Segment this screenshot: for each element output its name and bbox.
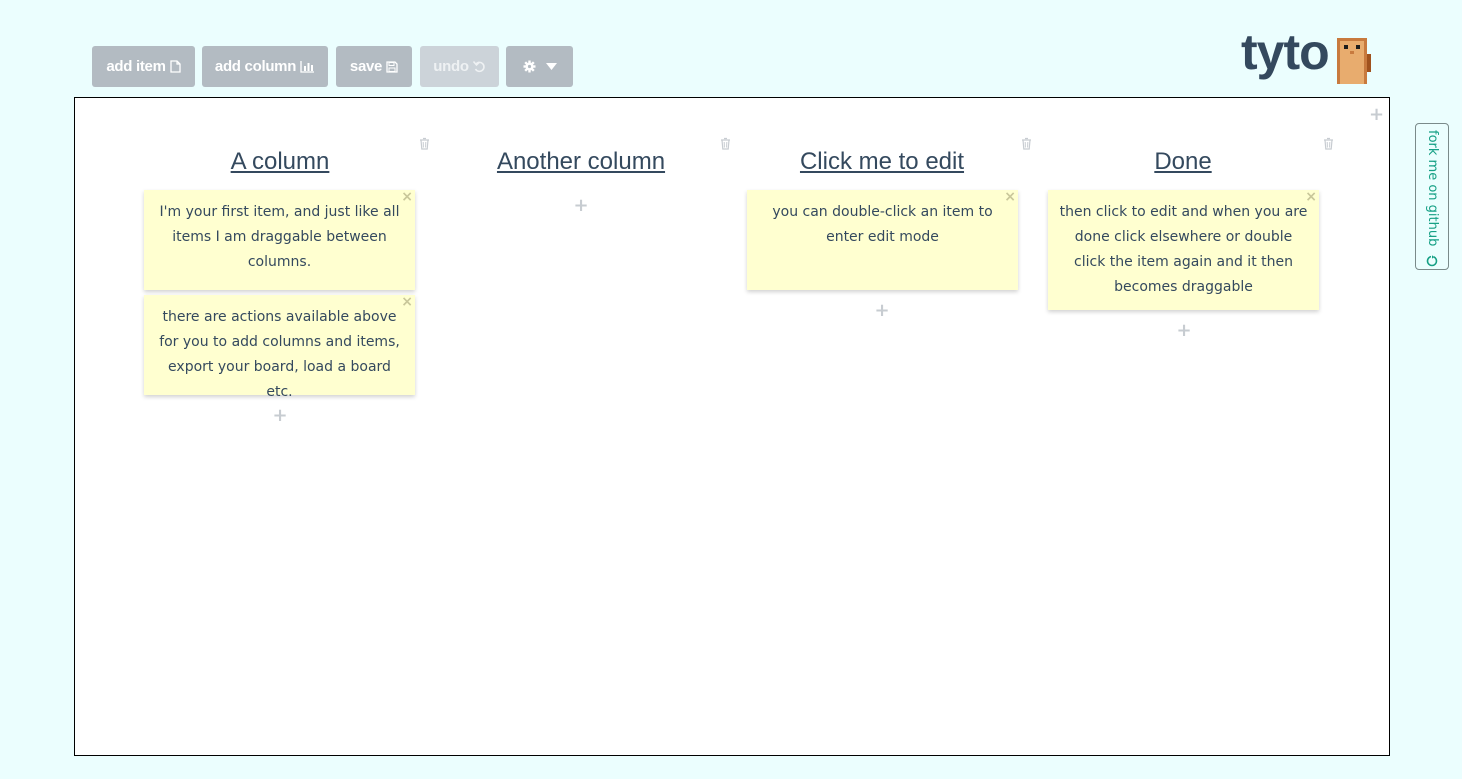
- add-column-label: add column: [214, 58, 297, 75]
- column-title[interactable]: Another column: [445, 146, 717, 178]
- add-column-button[interactable]: add column: [202, 46, 328, 87]
- add-item-plus-icon[interactable]: +: [1174, 322, 1194, 340]
- item-text: you can double-click an item to enter ed…: [772, 204, 993, 245]
- add-item-plus-icon[interactable]: +: [872, 302, 892, 320]
- list-item[interactable]: × I'm your first item, and just like all…: [144, 190, 415, 290]
- add-item-label: add item: [106, 58, 166, 75]
- item-text: then click to edit and when you are done…: [1059, 204, 1308, 295]
- trash-icon[interactable]: [419, 135, 430, 154]
- bar-chart-icon: [300, 60, 315, 73]
- gear-icon: [523, 60, 536, 73]
- save-label: save: [349, 58, 383, 75]
- trash-icon[interactable]: [1021, 135, 1032, 154]
- owl-icon: [1335, 38, 1371, 88]
- close-icon[interactable]: ×: [401, 190, 413, 204]
- close-icon[interactable]: ×: [401, 295, 413, 309]
- item-text: there are actions available above for yo…: [159, 309, 400, 400]
- logo-text: tyto: [1241, 24, 1330, 80]
- close-icon[interactable]: ×: [1305, 190, 1317, 204]
- add-column-plus-icon[interactable]: +: [1369, 106, 1384, 124]
- add-item-plus-icon[interactable]: +: [571, 197, 591, 215]
- item-text: I'm your first item, and just like all i…: [159, 204, 400, 270]
- undo-icon: [472, 60, 486, 73]
- board: + A column × I'm your first item, and ju…: [74, 97, 1390, 756]
- logo: tyto: [1241, 22, 1371, 88]
- undo-label: undo: [433, 58, 469, 75]
- github-icon: [1424, 254, 1440, 267]
- trash-icon[interactable]: [1323, 135, 1334, 154]
- list-item[interactable]: × then click to edit and when you are do…: [1048, 190, 1319, 310]
- column-title[interactable]: Done: [1047, 146, 1319, 178]
- save-button[interactable]: save: [336, 46, 412, 87]
- list-item[interactable]: × there are actions available above for …: [144, 295, 415, 400]
- add-item-plus-icon[interactable]: +: [270, 407, 290, 425]
- add-item-button[interactable]: add item: [92, 46, 195, 87]
- close-icon[interactable]: ×: [1004, 190, 1016, 204]
- column-title[interactable]: A column: [144, 146, 416, 178]
- settings-dropdown-button[interactable]: [506, 46, 573, 87]
- undo-button[interactable]: undo: [420, 46, 499, 87]
- column-title[interactable]: Click me to edit: [746, 146, 1018, 178]
- floppy-icon: [386, 60, 398, 73]
- caret-down-icon: [545, 63, 557, 70]
- list-item[interactable]: × you can double-click an item to enter …: [747, 190, 1018, 290]
- fork-label-text: fork me on github: [1425, 130, 1440, 247]
- fork-me-on-github-link[interactable]: fork me on github: [1415, 123, 1449, 270]
- file-icon: [169, 60, 181, 73]
- trash-icon[interactable]: [720, 135, 731, 154]
- fork-label: fork me on github: [1424, 130, 1440, 267]
